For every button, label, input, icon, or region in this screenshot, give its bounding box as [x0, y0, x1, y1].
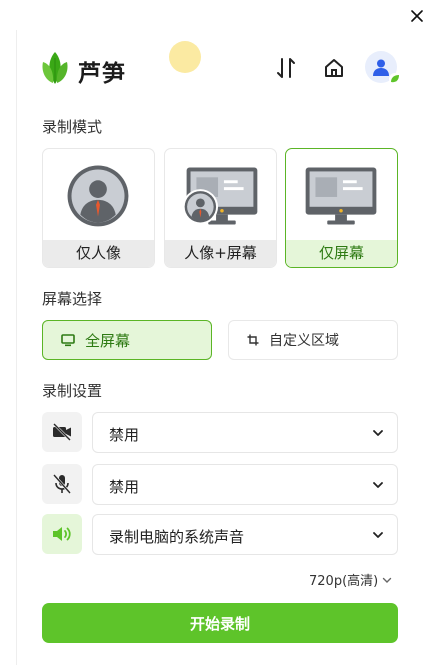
leaf-logo-icon — [42, 52, 68, 84]
close-icon — [411, 10, 423, 22]
crop-icon — [247, 334, 259, 346]
mode-label-portrait: 仅人像 — [43, 240, 154, 267]
portrait-icon — [67, 165, 129, 227]
user-avatar-button[interactable] — [365, 51, 401, 87]
home-button[interactable] — [320, 54, 348, 82]
screen-select-title: 屏幕选择 — [42, 290, 103, 308]
record-mode-title: 录制模式 — [42, 118, 103, 136]
mic-off-icon — [53, 474, 71, 494]
mode-card-portrait[interactable]: 仅人像 — [42, 148, 155, 268]
microphone-select-value: 禁用 — [109, 478, 140, 496]
chevron-down-icon — [383, 577, 392, 583]
full-screen-label: 全屏幕 — [85, 331, 131, 350]
user-avatar-icon — [373, 59, 389, 76]
mode-card-portrait-screen[interactable]: 人像+屏幕 — [164, 148, 277, 268]
app-brand-name: 芦笋 — [78, 61, 126, 87]
monitor-icon — [61, 333, 75, 346]
sort-button[interactable] — [272, 54, 300, 82]
chevron-down-icon — [373, 532, 383, 538]
cursor-highlight — [169, 41, 201, 73]
microphone-toggle[interactable] — [42, 464, 82, 504]
system-audio-toggle[interactable] — [42, 514, 82, 554]
screen-icon — [305, 167, 377, 225]
app-logo — [40, 50, 70, 86]
custom-area-button[interactable]: 自定义区域 — [228, 320, 398, 360]
microphone-select[interactable]: 禁用 — [92, 464, 398, 505]
record-settings-title: 录制设置 — [42, 382, 103, 400]
camera-toggle[interactable] — [42, 412, 82, 452]
start-recording-button[interactable]: 开始录制 — [42, 603, 398, 643]
leaf-badge-icon — [391, 75, 399, 83]
quality-value: 720p(高清) — [309, 574, 379, 589]
custom-area-label: 自定义区域 — [269, 333, 339, 349]
close-button[interactable] — [406, 5, 428, 27]
chevron-down-icon — [373, 482, 383, 488]
camera-select-value: 禁用 — [109, 426, 140, 444]
portrait-screen-icon — [182, 167, 258, 225]
mode-card-screen[interactable]: 仅屏幕 — [285, 148, 398, 268]
camera-off-icon — [53, 423, 71, 441]
system-audio-select[interactable]: 录制电脑的系统声音 — [92, 514, 398, 555]
mode-label-portrait-screen: 人像+屏幕 — [165, 240, 276, 267]
system-audio-select-value: 录制电脑的系统声音 — [109, 528, 245, 546]
chevron-down-icon — [373, 430, 383, 436]
full-screen-button[interactable]: 全屏幕 — [42, 320, 212, 360]
speaker-icon — [53, 527, 71, 541]
sort-icon — [277, 58, 295, 78]
quality-select[interactable]: 720p(高清) — [309, 570, 392, 589]
home-icon — [325, 59, 343, 77]
vip-badge — [389, 73, 401, 85]
mode-label-screen: 仅屏幕 — [286, 240, 397, 267]
camera-select[interactable]: 禁用 — [92, 412, 398, 453]
